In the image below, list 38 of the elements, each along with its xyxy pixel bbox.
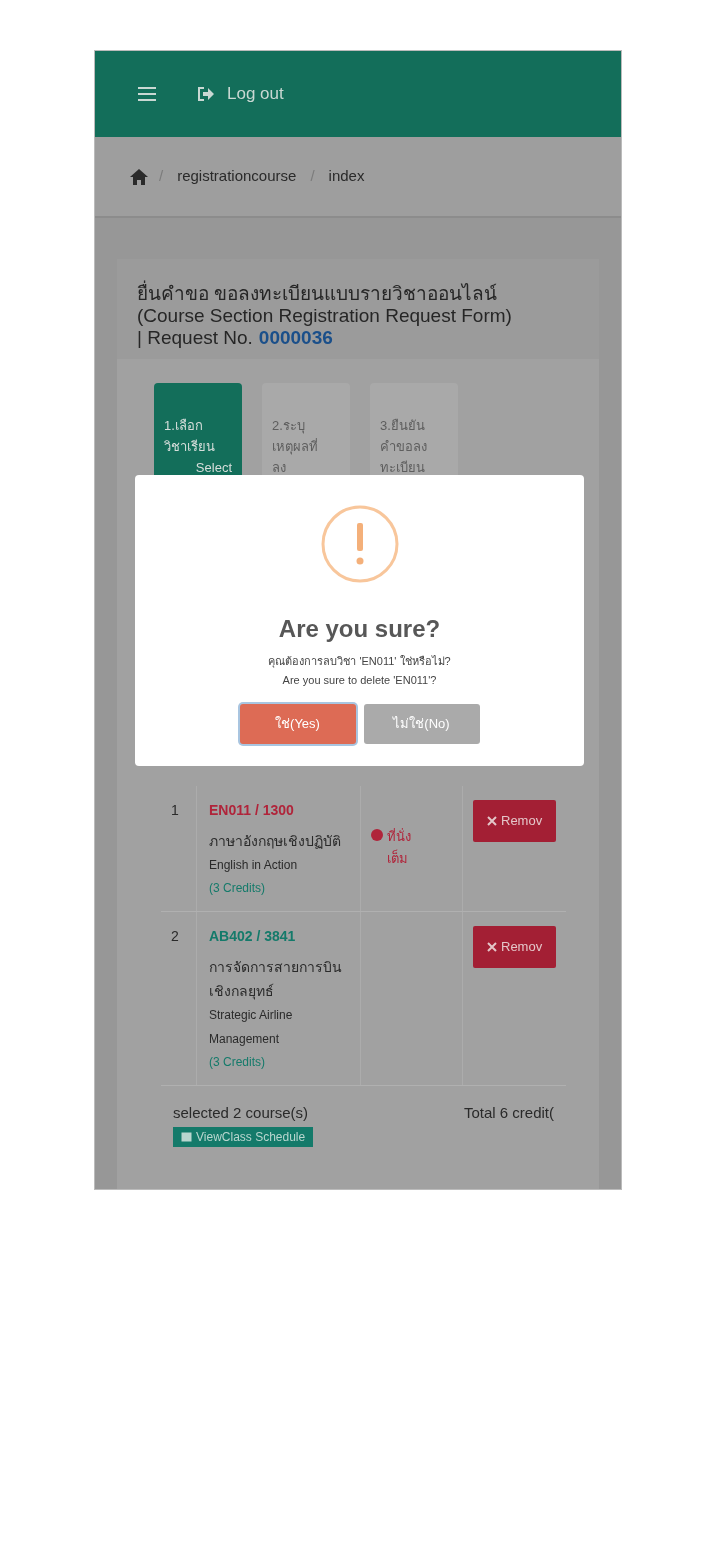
- dialog-message-english: Are you sure to delete 'EN011'?: [282, 672, 437, 688]
- view-schedule-button[interactable]: ViewClass Schedule: [173, 1126, 314, 1147]
- dialog-message-thai: คุณต้องการลบวิชา 'EN011' ใช่หรือไม่?: [268, 654, 451, 670]
- breadcrumb-link[interactable]: registrationcourse: [177, 165, 297, 188]
- step-tab[interactable]: 3.ยืนยัน คำขอลง ทะเบียน: [370, 383, 458, 475]
- remove-button[interactable]: Remov: [473, 926, 557, 968]
- remove-button[interactable]: Remov: [473, 800, 557, 842]
- request-label: | Request No.: [137, 327, 253, 349]
- yes-button[interactable]: ใช่(Yes): [239, 704, 356, 744]
- step-tab[interactable]: 2.ระบุ เหตุผลที่ ลง: [262, 383, 350, 475]
- logout-icon: [197, 86, 215, 102]
- warning-icon: [320, 505, 399, 583]
- course-code: AB402 / 3841: [209, 927, 297, 946]
- breadcrumb-separator: /: [159, 166, 164, 187]
- close-icon: [487, 942, 497, 952]
- row-number: 2: [171, 928, 179, 944]
- logout-link[interactable]: Log out: [197, 81, 284, 107]
- step-tab[interactable]: 1.เลือก วิชาเรียน Select: [154, 383, 242, 475]
- course-code: EN011 / 1300: [209, 801, 295, 820]
- course-name-thai: ภาษาอังกฤษเชิงปฏิบัติ: [209, 832, 342, 851]
- form-title-english: (Course Section Registration Request Form): [137, 305, 513, 327]
- status-text: ที่นั่งเต็ม: [387, 827, 412, 868]
- row-number: 1: [171, 802, 179, 818]
- course-name-thai: การจัดการสายการบินเชิงกลยุทธ์: [209, 958, 343, 1002]
- request-number: 0000036: [258, 327, 333, 349]
- total-credits: Total 6 credit(: [463, 1103, 554, 1123]
- close-icon: [487, 816, 497, 826]
- course-name-english: Strategic Airline Management: [209, 1007, 294, 1048]
- dialog-title: Are you sure?: [278, 614, 441, 644]
- breadcrumb-separator: /: [310, 166, 315, 187]
- selected-count: selected 2 course(s): [173, 1103, 309, 1123]
- course-name-english: English in Action: [209, 857, 299, 874]
- home-icon[interactable]: [129, 167, 149, 186]
- menu-icon[interactable]: [137, 86, 157, 102]
- course-credits: (3 Credits): [209, 1054, 266, 1071]
- breadcrumb-link[interactable]: index: [328, 165, 365, 188]
- no-button[interactable]: ไม่ใช่(No): [363, 704, 480, 744]
- course-credits: (3 Credits): [209, 880, 266, 897]
